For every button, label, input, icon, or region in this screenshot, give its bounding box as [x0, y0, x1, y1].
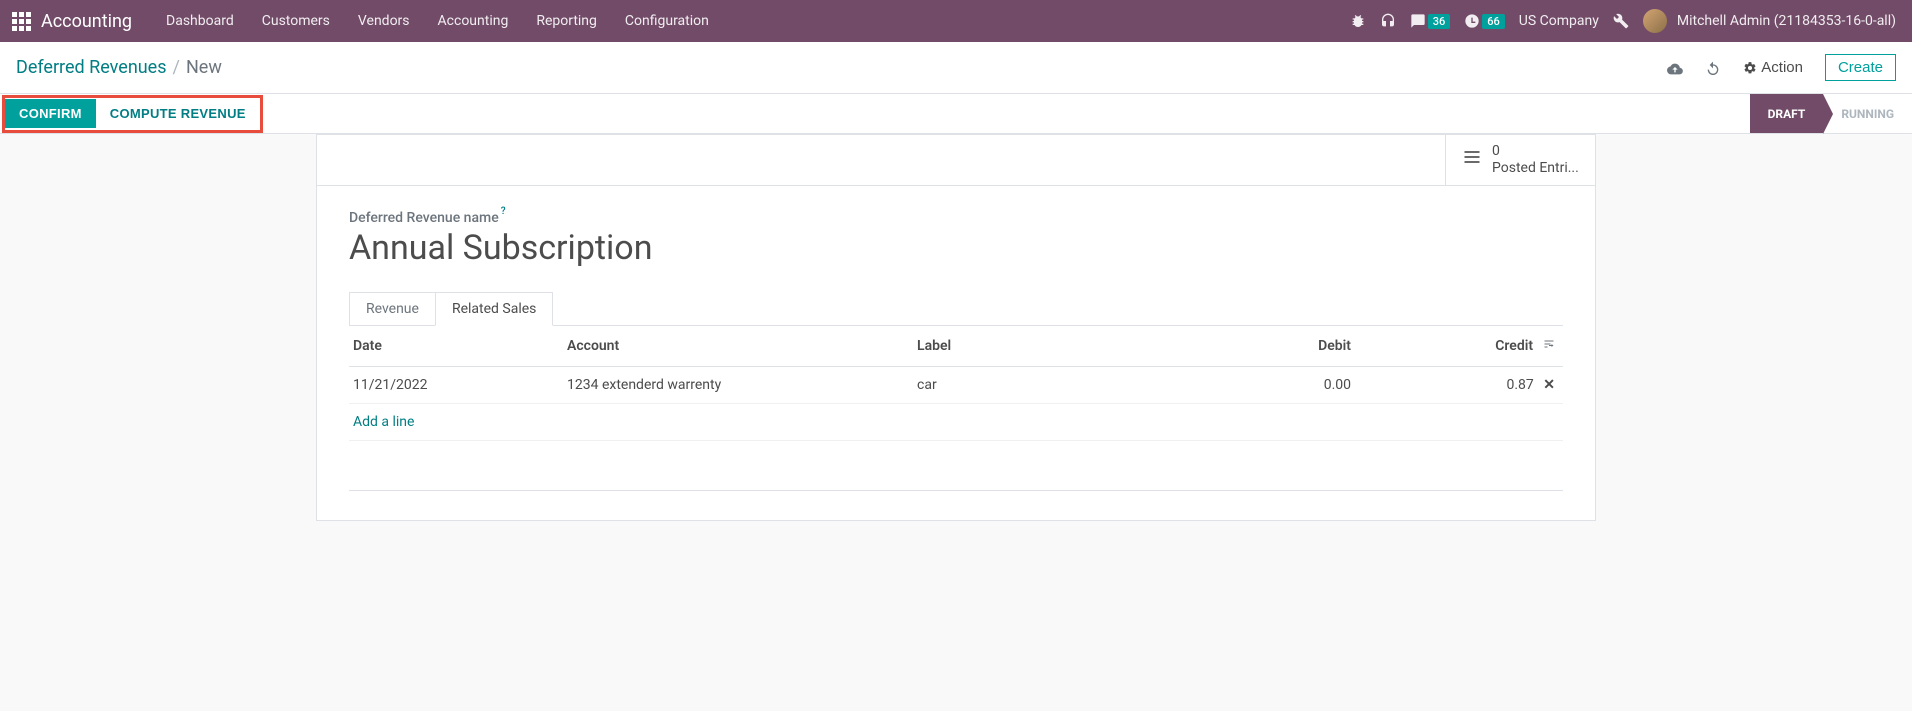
main-navbar: Accounting Dashboard Customers Vendors A…: [0, 0, 1912, 42]
stat-count: 0: [1492, 143, 1579, 160]
company-selector[interactable]: US Company: [1519, 13, 1599, 29]
discard-icon[interactable]: [1705, 58, 1721, 77]
messages-icon[interactable]: 36: [1410, 13, 1451, 29]
menu-reporting[interactable]: Reporting: [522, 13, 611, 29]
menu-customers[interactable]: Customers: [248, 13, 344, 29]
tab-revenue[interactable]: Revenue: [349, 292, 435, 326]
table-total-row: [349, 490, 1563, 520]
cell-date[interactable]: 11/21/2022: [349, 366, 559, 403]
app-title[interactable]: Accounting: [41, 11, 132, 32]
activities-icon[interactable]: 66: [1464, 13, 1505, 29]
support-icon[interactable]: [1380, 13, 1396, 29]
create-button[interactable]: Create: [1825, 54, 1896, 81]
status-running[interactable]: RUNNING: [1823, 94, 1912, 133]
activities-badge: 66: [1482, 14, 1505, 29]
control-bar: Deferred Revenues / New Action Create: [0, 42, 1912, 94]
col-account[interactable]: Account: [559, 326, 909, 367]
user-menu[interactable]: Mitchell Admin (21184353-16-0-all): [1643, 9, 1896, 33]
col-label[interactable]: Label: [909, 326, 1189, 367]
form-sheet: 0 Posted Entri... Deferred Revenue name …: [316, 134, 1596, 521]
bug-icon[interactable]: [1350, 13, 1366, 29]
action-button[interactable]: Action: [1743, 59, 1803, 76]
col-credit[interactable]: Credit: [1359, 326, 1563, 367]
add-line-link[interactable]: Add a line: [353, 414, 414, 430]
stat-label: Posted Entri...: [1492, 160, 1579, 177]
breadcrumb: Deferred Revenues / New: [16, 57, 222, 78]
cell-label[interactable]: car: [909, 366, 1189, 403]
table-row[interactable]: 11/21/2022 1234 extenderd warrenty car 0…: [349, 366, 1563, 403]
debug-tools-icon[interactable]: [1613, 13, 1629, 29]
user-name: Mitchell Admin (21184353-16-0-all): [1677, 13, 1896, 29]
list-icon: [1462, 147, 1482, 172]
help-icon[interactable]: ?: [501, 206, 506, 217]
related-sales-table: Date Account Label Debit Credit: [349, 326, 1563, 521]
menu-accounting[interactable]: Accounting: [424, 13, 523, 29]
breadcrumb-parent[interactable]: Deferred Revenues: [16, 57, 167, 78]
menu-vendors[interactable]: Vendors: [344, 13, 424, 29]
revenue-name-input[interactable]: Annual Subscription: [349, 228, 1563, 268]
apps-menu-icon[interactable]: [12, 12, 31, 31]
cell-account[interactable]: 1234 extenderd warrenty: [559, 366, 909, 403]
breadcrumb-current: New: [186, 57, 222, 78]
confirm-button[interactable]: CONFIRM: [5, 99, 96, 128]
status-draft[interactable]: DRAFT: [1750, 94, 1824, 133]
cell-debit[interactable]: 0.00: [1189, 366, 1359, 403]
action-highlight: CONFIRM COMPUTE REVENUE: [2, 95, 263, 133]
statusbar: DRAFT RUNNING: [1750, 94, 1912, 133]
cell-credit[interactable]: 0.87 ✕: [1359, 366, 1563, 403]
tab-related-sales[interactable]: Related Sales: [435, 292, 553, 326]
delete-row-icon[interactable]: ✕: [1543, 377, 1555, 393]
cloud-save-icon[interactable]: [1667, 58, 1683, 77]
compute-revenue-button[interactable]: COMPUTE REVENUE: [96, 99, 260, 128]
form-tabs: Revenue Related Sales: [349, 292, 1563, 326]
messages-badge: 36: [1428, 14, 1451, 29]
column-settings-icon[interactable]: [1540, 339, 1555, 353]
avatar: [1643, 9, 1667, 33]
col-debit[interactable]: Debit: [1189, 326, 1359, 367]
breadcrumb-sep: /: [173, 57, 180, 78]
name-field-label: Deferred Revenue name ?: [349, 210, 1563, 226]
status-row: CONFIRM COMPUTE REVENUE DRAFT RUNNING: [0, 94, 1912, 134]
table-spacer: [349, 440, 1563, 490]
menu-configuration[interactable]: Configuration: [611, 13, 723, 29]
menu-dashboard[interactable]: Dashboard: [152, 13, 248, 29]
posted-entries-stat[interactable]: 0 Posted Entri...: [1445, 135, 1595, 185]
col-date[interactable]: Date: [349, 326, 559, 367]
add-line-row: Add a line: [349, 403, 1563, 440]
action-label: Action: [1761, 59, 1803, 76]
